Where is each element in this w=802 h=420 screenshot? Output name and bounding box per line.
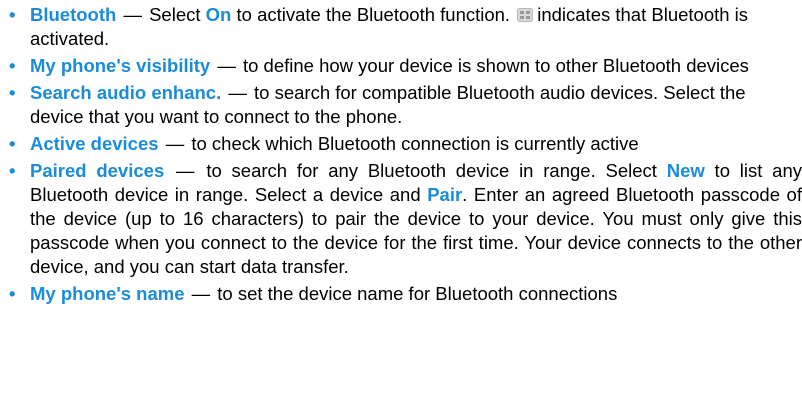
list-item-search-audio-enhanc: • Search audio enhanc. — to search for c… (0, 81, 802, 129)
description-text: to search for any Bluetooth device in ra… (196, 160, 667, 181)
bluetooth-options-list: • Bluetooth — Select On to activate the … (0, 3, 802, 306)
list-item-my-phones-name: • My phone's name — to set the device na… (0, 282, 802, 306)
option-new: New (666, 160, 705, 181)
list-item-my-phones-visibility: • My phone's visibility — to define how … (0, 54, 802, 78)
description-text: to set the device name for Bluetooth con… (212, 283, 618, 304)
list-item-paired-devices: • Paired devices — to search for any Blu… (0, 159, 802, 279)
dash: — (123, 4, 142, 25)
dash: — (176, 160, 195, 181)
term-search-audio-enhanc: Search audio enhanc. (30, 82, 222, 103)
dash: — (217, 55, 236, 76)
description-text: to define how your device is shown to ot… (237, 55, 749, 76)
bullet: • (9, 133, 16, 154)
term-active-devices: Active devices (30, 133, 159, 154)
bullet: • (9, 82, 16, 103)
term-paired-devices: Paired devices (30, 160, 165, 181)
document-page: • Bluetooth — Select On to activate the … (0, 0, 802, 306)
list-item-bluetooth: • Bluetooth — Select On to activate the … (0, 3, 802, 51)
description-text: to activate the Bluetooth function. (231, 4, 511, 25)
dash: — (228, 82, 247, 103)
bluetooth-status-icon (517, 4, 534, 22)
description-text: Select (143, 4, 206, 25)
term-my-phones-name: My phone's name (30, 283, 185, 304)
bullet: • (9, 160, 16, 181)
bullet: • (9, 4, 16, 25)
dash: — (165, 133, 185, 154)
list-item-active-devices: • Active devices — to check which Blueto… (0, 132, 802, 156)
option-pair: Pair (427, 184, 463, 205)
term-my-phones-visibility: My phone's visibility (30, 55, 211, 76)
dash: — (191, 283, 211, 304)
description-text: to check which Bluetooth connection is c… (186, 133, 639, 154)
option-on: On (205, 4, 232, 25)
bullet: • (9, 55, 16, 76)
bullet: • (9, 283, 16, 304)
term-bluetooth: Bluetooth (30, 4, 117, 25)
